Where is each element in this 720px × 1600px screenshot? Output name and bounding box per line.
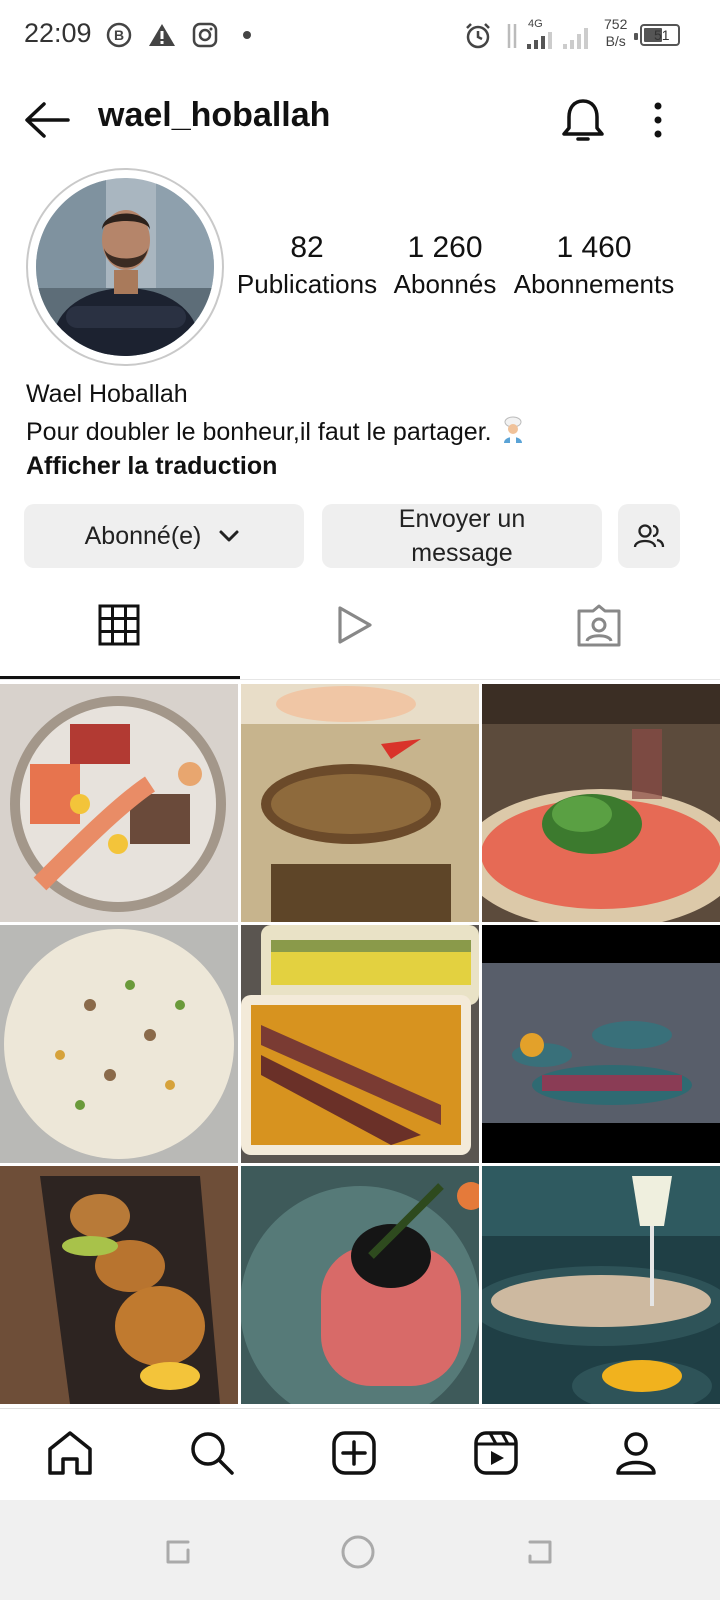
reels-icon[interactable] — [472, 1429, 520, 1477]
stat-following-count: 1 460 — [556, 231, 632, 264]
bell-icon[interactable] — [560, 96, 606, 144]
message-button[interactable]: Envoyer un message — [322, 504, 602, 568]
data-arrows-icon — [507, 24, 517, 48]
stat-followers-count: 1 260 — [407, 231, 483, 264]
message-label-line1: Envoyer un — [398, 505, 526, 533]
following-button[interactable]: Abonné(e) — [24, 504, 304, 568]
translate-link[interactable]: Afficher la traduction — [26, 452, 277, 481]
play-icon[interactable] — [334, 604, 376, 646]
stat-followers[interactable]: 1 260 Abonnés — [388, 232, 502, 304]
post-thumbnail[interactable] — [0, 684, 238, 922]
svg-text:B: B — [114, 27, 124, 43]
post-thumbnail[interactable] — [482, 1166, 720, 1404]
post-thumbnail[interactable] — [0, 925, 238, 1163]
following-label: Abonné(e) — [84, 521, 202, 550]
network-type: 4G — [528, 18, 543, 30]
stat-posts[interactable]: 82 Publications — [232, 232, 382, 304]
add-people-icon — [633, 524, 665, 548]
battery-icon: 51 — [634, 24, 680, 46]
stat-posts-label: Publications — [236, 269, 378, 299]
post-thumbnail[interactable] — [241, 925, 479, 1163]
warning-icon — [149, 24, 175, 46]
post-thumbnail[interactable] — [241, 1166, 479, 1404]
profile-name: Wael Hoballah — [26, 380, 188, 408]
signal-icon — [527, 32, 552, 49]
post-thumbnail[interactable] — [0, 1166, 238, 1404]
active-tab-indicator — [0, 676, 240, 679]
profile-bio: Pour doubler le bonheur,il faut le parta… — [26, 416, 527, 447]
post-grid — [0, 684, 720, 1404]
bio-text: Pour doubler le bonheur,il faut le parta… — [26, 418, 492, 446]
tab-separator — [0, 679, 720, 680]
search-icon[interactable] — [188, 1429, 236, 1477]
stat-posts-count: 82 — [290, 231, 324, 264]
status-time: 22:09 — [24, 18, 92, 48]
chef-emoji-icon — [503, 416, 522, 443]
back-arrow-icon[interactable] — [22, 100, 72, 140]
tagged-icon[interactable] — [576, 602, 622, 648]
post-thumbnail[interactable] — [482, 684, 720, 922]
stat-following-label: Abonnements — [513, 269, 675, 299]
signal-icon-2 — [563, 28, 588, 49]
system-nav-bar — [0, 1500, 720, 1600]
b-circle-icon: B — [106, 22, 132, 48]
post-thumbnail[interactable] — [482, 925, 720, 1163]
alarm-icon — [466, 23, 490, 49]
avatar[interactable] — [36, 178, 214, 356]
status-bar: 22:09 B 4G 752 B/s 51 — [0, 0, 720, 72]
instagram-icon — [192, 22, 218, 48]
home-button-icon[interactable] — [340, 1534, 376, 1570]
add-post-icon[interactable] — [330, 1429, 378, 1477]
home-icon[interactable] — [46, 1429, 94, 1477]
post-thumbnail[interactable] — [241, 684, 479, 922]
profile-username: wael_hoballah — [98, 96, 331, 134]
chevron-down-icon — [219, 530, 239, 542]
profile-icon[interactable] — [612, 1429, 660, 1477]
bottom-nav — [0, 1408, 720, 1501]
profile-tabs — [0, 590, 720, 680]
suggested-people-button[interactable] — [618, 504, 680, 568]
message-label-line2: message — [411, 539, 513, 567]
grid-icon[interactable] — [98, 604, 140, 646]
back-button-icon[interactable] — [522, 1534, 558, 1570]
stat-followers-label: Abonnés — [393, 269, 497, 299]
dot-icon — [243, 31, 251, 39]
more-vertical-icon[interactable] — [648, 100, 668, 140]
network-speed: 752 B/s — [604, 16, 628, 49]
recent-apps-icon[interactable] — [160, 1534, 196, 1570]
stat-following[interactable]: 1 460 Abonnements — [508, 232, 680, 304]
